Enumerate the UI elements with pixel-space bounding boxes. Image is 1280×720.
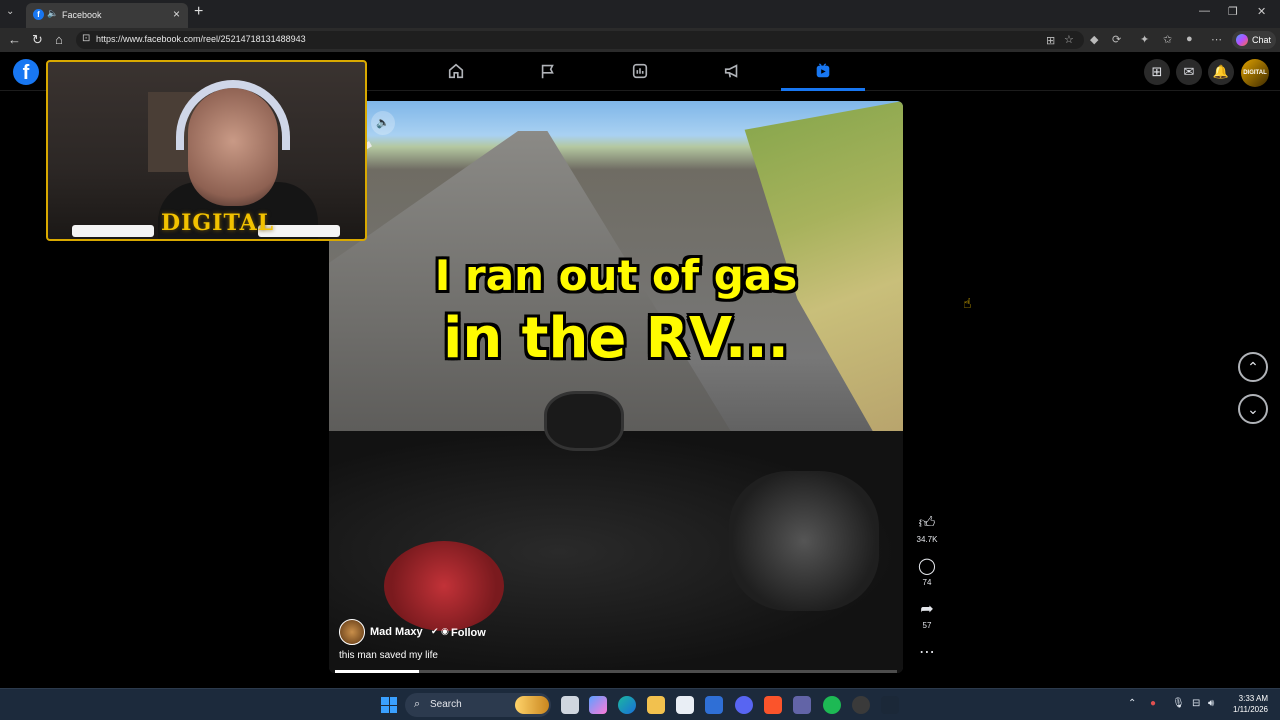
favorites-icon[interactable]: ✩ xyxy=(1163,33,1172,46)
site-info-icon[interactable]: ⊡ xyxy=(82,33,90,44)
notifications-bell-icon[interactable]: 🔔 xyxy=(1208,59,1234,85)
active-nav-indicator xyxy=(781,88,865,91)
motorcycle-tank xyxy=(384,541,504,631)
refresh-extension-icon[interactable]: ⟳ xyxy=(1112,33,1121,46)
url-field[interactable]: ⊡ https://www.facebook.com/reel/25214718… xyxy=(76,31,1084,49)
minimize-icon[interactable]: — xyxy=(1199,5,1210,17)
rider-glove xyxy=(729,471,879,611)
network-icon[interactable]: ⊟ xyxy=(1192,698,1200,709)
menu-grid-icon[interactable]: ⊞ xyxy=(1144,59,1170,85)
taskbar-search[interactable]: ⌕ Search xyxy=(405,693,551,717)
mouse-cursor-icon: ☝ xyxy=(963,295,972,311)
copilot-chat-button[interactable]: Chat xyxy=(1232,31,1276,49)
search-icon: ⌕ xyxy=(414,698,421,710)
browser-tab-facebook[interactable]: f 🔈 Facebook × xyxy=(26,3,188,28)
windows-start-icon[interactable] xyxy=(381,697,397,713)
messenger-icon[interactable]: ✉ xyxy=(1176,59,1202,85)
new-tab-button[interactable]: + xyxy=(194,3,203,21)
thumbs-up-icon: 👍︎ xyxy=(918,515,936,532)
comment-count: 74 xyxy=(922,578,932,587)
author-name[interactable]: Mad Maxy xyxy=(370,626,423,638)
webcam-lower-bar-left xyxy=(72,225,154,237)
spotify-icon[interactable] xyxy=(823,696,841,714)
audio-playing-icon[interactable]: 🔈 xyxy=(47,8,58,19)
search-label: Search xyxy=(430,699,462,710)
more-dots-icon: ⋯ xyxy=(919,644,935,661)
chat-label: Chat xyxy=(1252,35,1272,45)
clock-time: 3:33 AM xyxy=(1238,694,1268,703)
reload-icon[interactable]: ↻ xyxy=(32,32,43,48)
outlook-icon[interactable] xyxy=(705,696,723,714)
reels-nav-icon[interactable] xyxy=(814,62,832,80)
edge-browser-icon[interactable] xyxy=(618,696,636,714)
motorcycle-gauge xyxy=(544,391,624,451)
tray-app-icon[interactable]: ● xyxy=(1150,698,1156,709)
copilot-app-icon[interactable] xyxy=(589,696,607,714)
more-options-button[interactable]: ⋯ xyxy=(912,644,942,662)
webcam-headset xyxy=(176,80,290,150)
more-menu-icon[interactable]: ⋯ xyxy=(1211,33,1222,46)
previous-reel-chevron-up-icon[interactable]: ⌃ xyxy=(1238,352,1268,382)
share-arrow-icon: ➦ xyxy=(920,601,934,618)
next-reel-chevron-down-icon[interactable]: ⌄ xyxy=(1238,394,1268,424)
profile-extension-icon[interactable]: ● xyxy=(1186,33,1193,45)
profile-avatar[interactable]: DIGITAL xyxy=(1241,59,1269,87)
video-progress-fill xyxy=(335,670,420,673)
volume-icon[interactable]: 🔊︎ xyxy=(1208,698,1214,709)
reel-caption: this man saved my life xyxy=(339,650,438,661)
facebook-favicon-icon: f xyxy=(33,9,44,20)
url-text: https://www.facebook.com/reel/2521471813… xyxy=(96,34,306,44)
extensions-puzzle-icon[interactable]: ✦ xyxy=(1140,33,1149,46)
taskbar-clock[interactable]: 3:33 AM 1/11/2026 xyxy=(1224,693,1268,715)
obs-studio-icon[interactable] xyxy=(852,696,870,714)
author-avatar[interactable] xyxy=(339,619,365,645)
microphone-icon[interactable]: 🎙︎ xyxy=(1172,698,1185,709)
discord-icon[interactable] xyxy=(735,696,753,714)
brave-browser-icon[interactable] xyxy=(764,696,782,714)
tab-title: Facebook xyxy=(62,10,102,20)
video-progress-bar[interactable] xyxy=(335,670,897,673)
browser-tab-strip: ⌄ f 🔈 Facebook × + — ❐ ✕ xyxy=(0,0,1280,28)
maximize-icon[interactable]: ❐ xyxy=(1228,5,1238,18)
facebook-logo-icon[interactable]: f xyxy=(13,59,39,85)
app-available-icon[interactable]: ⊞ xyxy=(1046,34,1055,47)
clock-date: 1/11/2026 xyxy=(1233,705,1268,714)
copilot-icon xyxy=(1236,34,1248,46)
home-icon[interactable]: ⌂ xyxy=(55,32,63,47)
favorite-star-icon[interactable]: ☆ xyxy=(1064,33,1074,46)
address-bar-row: ← ↻ ⌂ ⊡ https://www.facebook.com/reel/25… xyxy=(0,28,1280,52)
comment-bubble-icon: ◯ xyxy=(918,558,936,575)
like-button[interactable]: 👍︎ 34.7K xyxy=(912,515,942,544)
follow-button[interactable]: Follow xyxy=(451,627,486,639)
like-count: 34.7K xyxy=(916,535,938,544)
microsoft-store-icon[interactable] xyxy=(676,696,694,714)
overlay-line-1: I ran out of gas xyxy=(434,251,798,300)
close-tab-icon[interactable]: × xyxy=(173,7,180,21)
streamer-webcam-overlay: DIGITAL xyxy=(46,60,367,241)
ad-center-megaphone-icon[interactable] xyxy=(723,62,741,80)
reel-video[interactable]: 🔈 I ran out of gas in the RV... Mad Maxy… xyxy=(329,101,903,673)
home-nav-icon[interactable] xyxy=(447,62,465,80)
pages-flag-nav-icon[interactable] xyxy=(539,62,557,80)
extension-icon[interactable]: ◆ xyxy=(1090,33,1098,46)
webcam-logo-text: DIGITAL xyxy=(161,210,275,236)
task-view-icon[interactable] xyxy=(561,696,579,714)
search-highlight-image xyxy=(515,696,549,714)
overlay-line-2: in the RV... xyxy=(443,306,789,371)
tray-overflow-chevron-icon[interactable]: ⌃ xyxy=(1128,698,1136,709)
share-count: 57 xyxy=(922,621,932,630)
windows-taskbar: ⌕ Search ⌃ ● 🎙︎ ⊟ 🔊︎ 3:33 AM 1/11/2026 xyxy=(0,688,1280,720)
comment-button[interactable]: ◯ 74 xyxy=(912,558,942,587)
insights-nav-icon[interactable] xyxy=(631,62,649,80)
steam-icon[interactable] xyxy=(881,696,899,714)
video-text-overlay: I ran out of gas in the RV... xyxy=(329,251,903,371)
teams-icon[interactable] xyxy=(793,696,811,714)
file-explorer-icon[interactable] xyxy=(647,696,665,714)
back-icon[interactable]: ← xyxy=(8,32,21,47)
window-close-icon[interactable]: ✕ xyxy=(1257,5,1266,18)
mute-toggle-icon[interactable]: 🔈 xyxy=(371,111,395,135)
tab-list-chevron-icon[interactable]: ⌄ xyxy=(6,6,14,17)
share-button[interactable]: ➦ 57 xyxy=(912,601,942,630)
